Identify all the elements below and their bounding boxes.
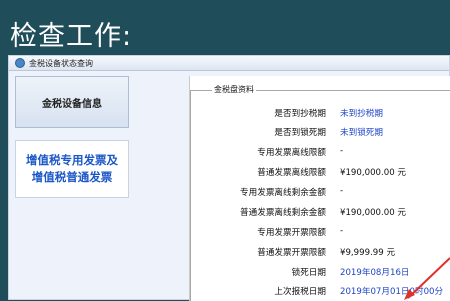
- row-value: ¥9,999.99 元: [340, 248, 396, 258]
- info-row: 是否到抄税期 未到抄税期: [190, 105, 450, 123]
- row-label: 普通发票离线限额: [257, 168, 326, 178]
- row-label: 普通发票开票限额: [257, 248, 326, 258]
- app-icon: [15, 58, 25, 68]
- info-row: 是否到锁死期 未到锁死期: [190, 124, 450, 142]
- row-label: 普通发票离线剩余金额: [240, 208, 326, 218]
- sidebar-item-vat-invoices[interactable]: 增值税专用发票及增值税普通发票: [15, 140, 129, 198]
- row-value: -: [340, 186, 344, 196]
- info-row: 专用发票离线剩余金额 -: [190, 184, 450, 202]
- group-title: 金税盘资料: [212, 84, 256, 95]
- window-titlebar: 金税设备状态查询: [9, 56, 449, 71]
- row-label: 专用发票开票限额: [257, 228, 326, 238]
- row-value: 未到抄税期: [340, 109, 383, 119]
- row-value: ¥190,000.00 元: [340, 208, 406, 218]
- info-row: 锁死日期 2019年08月16日: [190, 264, 450, 282]
- row-value: 未到锁死期: [340, 128, 383, 138]
- row-label: 是否到锁死期: [274, 128, 326, 138]
- row-value: 2019年08月16日: [340, 268, 410, 278]
- info-row: 普通发票开票限额 ¥9,999.99 元: [190, 244, 450, 262]
- row-value: 2019年07月01日0时00分: [340, 287, 444, 297]
- info-row: 普通发票离线限额 ¥190,000.00 元: [190, 164, 450, 182]
- row-value: -: [340, 146, 344, 156]
- row-label: 专用发票离线剩余金额: [240, 188, 326, 198]
- info-row: 上次报税日期 2019年07月01日0时00分: [190, 283, 450, 301]
- row-label: 专用发票离线限额: [257, 148, 326, 158]
- row-label: 上次报税日期: [274, 287, 326, 297]
- info-row: 专用发票开票限额 -: [190, 224, 450, 242]
- sidebar-item-device-info[interactable]: 金税设备信息: [15, 76, 129, 128]
- info-row: 普通发票离线剩余金额 ¥190,000.00 元: [190, 204, 450, 222]
- row-label: 是否到抄税期: [274, 109, 326, 119]
- sidebar-item-label: 增值税专用发票及增值税普通发票: [26, 153, 118, 184]
- info-row: 专用发票离线限额 -: [190, 144, 450, 162]
- row-value: -: [340, 226, 344, 236]
- page-title: 检查工作:: [10, 21, 133, 52]
- sidebar: 金税设备信息 增值税专用发票及增值税普通发票: [15, 76, 129, 301]
- window-title: 金税设备状态查询: [29, 58, 93, 68]
- row-label: 锁死日期: [291, 268, 326, 278]
- sidebar-item-label: 金税设备信息: [42, 98, 102, 110]
- row-value: ¥190,000.00 元: [340, 168, 406, 178]
